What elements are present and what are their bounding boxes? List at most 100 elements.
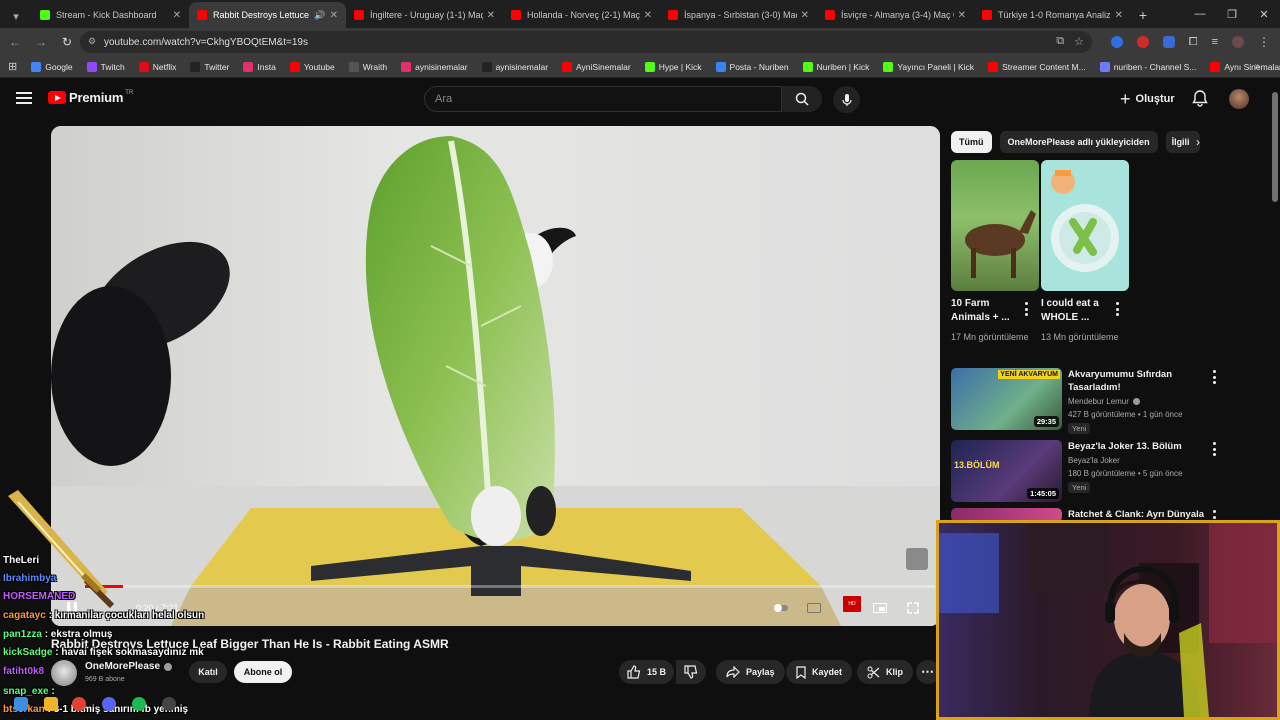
save-button[interactable]: Kaydet bbox=[786, 660, 853, 684]
audio-icon[interactable]: 🔊 bbox=[314, 10, 325, 21]
dislike-button[interactable] bbox=[676, 660, 706, 684]
tab-close-icon[interactable]: ✕ bbox=[1115, 10, 1123, 21]
bookmark-item[interactable]: Netflix bbox=[138, 61, 176, 72]
bookmark-item[interactable]: Youtube bbox=[289, 61, 335, 72]
bookmark-item[interactable]: Nuriben | Kick bbox=[802, 61, 869, 72]
media-icon[interactable]: ≡ bbox=[1212, 36, 1218, 48]
browser-tab[interactable]: Stream - Kick Dashboard ✕ bbox=[32, 2, 189, 28]
tab-close-icon[interactable]: ✕ bbox=[958, 10, 966, 21]
bookmark-item[interactable]: nuriben - Channel S... bbox=[1099, 61, 1196, 72]
file-explorer-icon[interactable] bbox=[44, 697, 58, 711]
recommendation-item[interactable]: 13.BÖLÜM 1:45:05 Beyaz'la Joker 13. Bölü… bbox=[951, 440, 1271, 502]
tab-close-icon[interactable]: ✕ bbox=[487, 10, 495, 21]
shield-icon[interactable] bbox=[1162, 36, 1175, 48]
short-menu-icon[interactable] bbox=[1114, 302, 1120, 316]
short-title[interactable]: I could eat a WHOLE ... bbox=[1041, 297, 1103, 325]
subtitles-icon[interactable] bbox=[805, 600, 823, 616]
join-button[interactable]: Katıl bbox=[189, 661, 227, 683]
subscribe-button[interactable]: Abone ol bbox=[234, 661, 292, 683]
restore-icon[interactable]: ❐ bbox=[1216, 0, 1248, 28]
like-button[interactable]: 15 B bbox=[619, 660, 675, 684]
chips-next-icon[interactable]: › bbox=[1196, 135, 1200, 149]
recommendation-menu-icon[interactable] bbox=[1211, 370, 1217, 384]
bookmark-item[interactable]: Twitch bbox=[86, 61, 125, 72]
recommendation-item[interactable]: YENİ AKVARYUM 29:35 Akvaryumumu Sıfırdan… bbox=[951, 368, 1271, 434]
autoplay-toggle-icon[interactable] bbox=[772, 600, 790, 616]
apps-grid-icon[interactable]: ⊞ bbox=[8, 60, 17, 73]
address-bar[interactable]: ⚙ youtube.com/watch?v=CkhgYBOQtEM&t=19s … bbox=[80, 31, 1092, 53]
bookmark-item[interactable]: AyniSinemalar bbox=[562, 61, 631, 72]
puzzle-icon[interactable]: ⧠ bbox=[1189, 36, 1198, 49]
app-icon[interactable] bbox=[162, 697, 176, 711]
minimize-icon[interactable]: — bbox=[1184, 0, 1216, 28]
browser-tab[interactable]: İspanya - Sırbistan (3-0) Maç Ö ✕ bbox=[660, 2, 817, 28]
bookmark-item[interactable]: aynisinemalar bbox=[481, 61, 548, 72]
chip-all[interactable]: Tümü bbox=[951, 131, 992, 153]
search-input[interactable]: Ara bbox=[424, 86, 782, 112]
windows-start-icon[interactable] bbox=[14, 697, 28, 711]
cast-icon[interactable]: ⧉ bbox=[1056, 35, 1064, 48]
short-title[interactable]: 10 Farm Animals + ... bbox=[951, 297, 1013, 325]
create-button[interactable]: + Oluştur bbox=[1120, 87, 1175, 111]
bookmark-favicon-icon bbox=[988, 61, 999, 72]
short-thumbnail[interactable] bbox=[951, 160, 1039, 291]
voice-search-button[interactable] bbox=[833, 86, 860, 113]
bookmark-item[interactable]: Insta bbox=[243, 61, 276, 72]
notifications-bell-icon[interactable] bbox=[1192, 89, 1208, 112]
browser-tab[interactable]: Türkiye 1-0 Romanya Analizi - ✕ bbox=[974, 2, 1131, 28]
progress-bar[interactable] bbox=[85, 585, 935, 588]
channel-name[interactable]: OneMorePlease bbox=[85, 661, 173, 672]
bookmark-item[interactable]: Aynı Sinemalar - Ça... bbox=[1210, 61, 1280, 72]
page-scrollbar[interactable] bbox=[1272, 92, 1278, 202]
back-icon[interactable]: ← bbox=[4, 31, 26, 53]
spotify-icon[interactable] bbox=[132, 697, 146, 711]
thumbnail-caption: 13.BÖLÜM bbox=[954, 460, 1000, 470]
settings-gear-icon[interactable]: ⚙HD bbox=[838, 596, 861, 616]
bookmark-item[interactable]: Streamer Content M... bbox=[988, 61, 1086, 72]
browser-tab[interactable]: Rabbit Destroys Lettuce Lea🔊 ✕ bbox=[189, 2, 346, 28]
new-tab-button[interactable]: + bbox=[1131, 2, 1155, 28]
youtube-logo[interactable]: Premium TR bbox=[48, 90, 133, 105]
tab-search-icon[interactable]: ▾ bbox=[4, 4, 28, 28]
discord-icon[interactable] bbox=[102, 697, 116, 711]
tab-close-icon[interactable]: ✕ bbox=[330, 10, 338, 21]
reload-icon[interactable]: ↻ bbox=[56, 31, 78, 53]
tab-close-icon[interactable]: ✕ bbox=[173, 10, 181, 21]
browser-tab[interactable]: İngiltere - Uruguay (1-1) Maç Ö ✕ bbox=[346, 2, 503, 28]
chip-from-uploader[interactable]: OneMorePlease adlı yükleyiciden bbox=[999, 131, 1158, 153]
bookmark-item[interactable]: aynisinemalar bbox=[401, 61, 468, 72]
tab-close-icon[interactable]: ✕ bbox=[801, 10, 809, 21]
bookmark-item[interactable]: Twitter bbox=[190, 61, 229, 72]
bookmark-item[interactable]: Posta - Nuriben bbox=[715, 61, 789, 72]
recommendation-menu-icon[interactable] bbox=[1211, 442, 1217, 456]
menu-kebab-icon[interactable]: ⋮ bbox=[1258, 35, 1270, 49]
profile-icon[interactable] bbox=[1232, 36, 1244, 48]
short-menu-icon[interactable] bbox=[1023, 302, 1029, 316]
chip-related[interactable]: İlgili bbox=[1165, 131, 1200, 153]
bookmark-item[interactable]: Google bbox=[31, 61, 73, 72]
miniplayer-icon[interactable] bbox=[871, 600, 889, 616]
short-thumbnail[interactable] bbox=[1041, 160, 1129, 291]
share-button[interactable]: Paylaş bbox=[716, 660, 785, 684]
browser-tab[interactable]: Hollanda - Norveç (2-1) Maç Ö ✕ bbox=[503, 2, 660, 28]
forward-icon[interactable]: → bbox=[30, 31, 52, 53]
account-avatar[interactable] bbox=[1229, 89, 1249, 109]
bookmark-item[interactable]: Hype | Kick bbox=[644, 61, 702, 72]
chrome-icon[interactable] bbox=[72, 697, 86, 711]
menu-hamburger-icon[interactable] bbox=[16, 92, 32, 104]
bookmark-item[interactable]: Yayıncı Paneli | Kick bbox=[883, 61, 974, 72]
video-player[interactable] bbox=[51, 126, 940, 626]
bookmark-item[interactable]: Wraith bbox=[348, 61, 387, 72]
more-bookmarks-icon[interactable]: » bbox=[1254, 61, 1260, 72]
channel-avatar[interactable] bbox=[51, 660, 77, 686]
browser-tab[interactable]: İsviçre - Almanya (3-4) Maç Öz ✕ bbox=[817, 2, 974, 28]
extension-icon[interactable] bbox=[1136, 36, 1149, 48]
extension-icon[interactable] bbox=[1110, 36, 1123, 48]
close-window-icon[interactable]: ✕ bbox=[1248, 0, 1280, 28]
search-button[interactable] bbox=[782, 86, 822, 112]
clip-button[interactable]: Klip bbox=[857, 660, 913, 684]
bookmark-star-icon[interactable]: ☆ bbox=[1074, 35, 1084, 48]
tab-close-icon[interactable]: ✕ bbox=[644, 10, 652, 21]
fullscreen-icon[interactable] bbox=[904, 600, 922, 616]
site-info-icon[interactable]: ⚙ bbox=[88, 36, 100, 48]
